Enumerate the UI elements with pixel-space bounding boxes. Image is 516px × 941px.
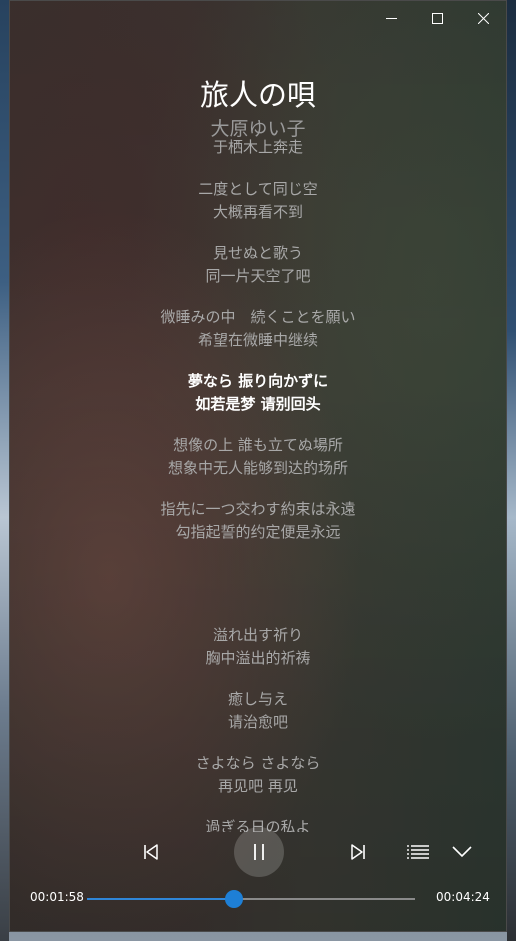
lyric-line: 溢れ出す祈り	[212, 626, 303, 644]
lyric-line: さよなら さよなら	[195, 754, 321, 772]
minimize-button[interactable]	[368, 1, 414, 35]
minimize-icon	[385, 17, 397, 19]
progress-row: 00:01:58 00:04:24	[10, 888, 506, 910]
seek-bar[interactable]	[87, 890, 415, 908]
lyric-line: 大概再看不到	[212, 203, 303, 221]
close-icon	[477, 12, 489, 24]
collapse-chevron-icon	[452, 846, 472, 858]
song-title: 旅人の唄	[199, 78, 316, 112]
lyrics-panel[interactable]: 于栖木上奔走 二度として同じ空 大概再看不到 見せぬと歌う 同一片天空了吧 微睡…	[10, 132, 506, 832]
desktop-edge-right	[507, 0, 516, 941]
lyric-line: 微睡みの中 続くことを願い	[160, 308, 356, 326]
seek-bar-fill	[87, 898, 234, 900]
playback-controls	[10, 827, 506, 877]
lyric-line: 于栖木上奔走	[212, 138, 303, 156]
next-button[interactable]	[343, 837, 373, 867]
lyric-line-current: 如若是梦 请别回头	[195, 395, 321, 413]
pause-icon	[254, 844, 264, 860]
lyric-line: 同一片天空了吧	[205, 267, 311, 285]
previous-button[interactable]	[136, 837, 166, 867]
collapse-button[interactable]	[447, 837, 477, 867]
lyric-line-current: 夢なら 振り向かずに	[187, 372, 329, 390]
elapsed-time: 00:01:58	[30, 890, 84, 904]
lyric-line: 胸中溢出的祈祷	[205, 649, 311, 667]
pause-button[interactable]	[234, 827, 284, 877]
lyric-line: 指先に一つ交わす約束は永遠	[160, 500, 356, 518]
close-button[interactable]	[460, 1, 506, 35]
seek-thumb[interactable]	[224, 890, 243, 908]
next-icon	[351, 844, 365, 860]
total-duration: 00:04:24	[436, 890, 490, 904]
lyric-line: 想象中无人能够到达的场所	[167, 459, 348, 477]
lyric-line: 请治愈吧	[227, 713, 288, 731]
title-bar	[368, 1, 506, 35]
maximize-button[interactable]	[414, 1, 460, 35]
player-window: 旅人の唄 大原ゆい子 于栖木上奔走 二度として同じ空 大概再看不到 見せぬと歌う…	[9, 0, 507, 932]
lyric-line: 勾指起誓的约定便是永远	[175, 523, 341, 541]
playlist-icon	[407, 845, 429, 859]
lyric-line: 二度として同じ空	[198, 180, 318, 198]
lyric-line: 見せぬと歌う	[212, 244, 303, 262]
maximize-icon	[431, 12, 443, 24]
lyric-line: 癒し与え	[227, 690, 288, 708]
previous-icon	[144, 844, 158, 860]
desktop-edge-left	[0, 0, 9, 941]
lyric-line: 希望在微睡中继续	[197, 331, 318, 349]
lyric-line: 再见吧 再见	[218, 777, 298, 795]
playlist-button[interactable]	[403, 837, 433, 867]
lyric-line: 想像の上 誰も立てぬ場所	[173, 436, 343, 454]
